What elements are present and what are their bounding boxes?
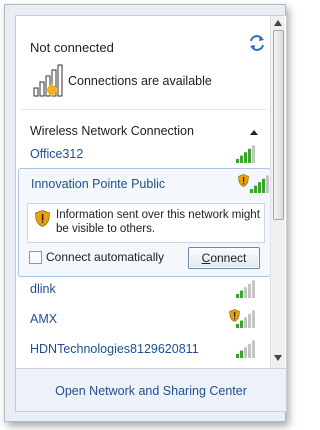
signal-bar xyxy=(254,185,257,193)
refresh-icon[interactable] xyxy=(248,34,266,52)
signal-bar xyxy=(262,178,265,193)
network-item[interactable]: dlink xyxy=(16,275,270,305)
scroll-down-arrow-icon[interactable] xyxy=(274,355,282,361)
section-title[interactable]: Wireless Network Connection xyxy=(30,124,194,138)
header-divider xyxy=(22,109,266,110)
popup-window: Not connected Connections are available … xyxy=(4,4,287,422)
network-item[interactable]: AMX xyxy=(16,305,270,335)
signal-bar xyxy=(244,317,247,328)
auto-connect-checkbox[interactable] xyxy=(29,251,42,264)
network-name: dlink xyxy=(30,282,56,296)
signal-strength-icon xyxy=(236,145,255,163)
collapse-arrow-icon[interactable] xyxy=(249,128,259,136)
status-header: Not connected Connections are available xyxy=(16,16,270,109)
signal-bar xyxy=(252,145,255,163)
network-item[interactable]: HDNTechnologies8129620811 xyxy=(16,335,270,365)
connection-status: Not connected xyxy=(30,40,114,55)
auto-connect-label[interactable]: Connect automatically xyxy=(46,250,164,264)
signal-bar xyxy=(252,280,255,298)
connect-label: onnect xyxy=(210,251,247,265)
network-flyout: Not connected Connections are available … xyxy=(15,15,287,412)
signal-bar xyxy=(240,290,243,298)
signal-strength-icon xyxy=(236,310,255,328)
signal-bar xyxy=(236,354,239,358)
signal-strength-icon xyxy=(236,340,255,358)
signal-bar xyxy=(258,182,261,193)
signal-bar xyxy=(248,343,251,358)
connect-button[interactable]: Connect xyxy=(188,247,260,269)
signal-bar xyxy=(266,175,269,193)
signal-bar xyxy=(244,287,247,298)
signal-strength-icon xyxy=(250,175,269,193)
network-name: HDNTechnologies8129620811 xyxy=(30,342,199,356)
signal-bar xyxy=(250,189,253,193)
security-warning-text: Information sent over this network might… xyxy=(56,209,260,235)
signal-bar xyxy=(244,347,247,358)
connections-available-icon xyxy=(33,64,63,97)
network-name: AMX xyxy=(30,312,58,326)
warning-shield-icon xyxy=(35,210,50,227)
signal-bar xyxy=(240,320,243,328)
signal-strength-icon xyxy=(236,280,255,298)
scrollbar-thumb[interactable] xyxy=(273,30,284,220)
signal-bar xyxy=(240,350,243,358)
network-list-scrollbar[interactable] xyxy=(270,16,285,368)
signal-bar xyxy=(236,159,239,163)
security-warning-box: Information sent over this network might… xyxy=(27,203,265,243)
signal-bar xyxy=(252,310,255,328)
network-name: Office312 xyxy=(30,147,84,161)
network-sharing-center-link[interactable]: Open Network and Sharing Center xyxy=(16,384,286,398)
signal-bar xyxy=(252,340,255,358)
signal-bar xyxy=(240,155,243,163)
scroll-up-arrow-icon[interactable] xyxy=(274,20,282,26)
connections-available-label: Connections are available xyxy=(68,74,212,88)
signal-bar xyxy=(236,294,239,298)
connect-mnemonic: C xyxy=(201,251,211,265)
signal-bar xyxy=(244,152,247,163)
network-item[interactable]: Office312 xyxy=(16,140,270,170)
footer: Open Network and Sharing Center xyxy=(16,368,286,411)
signal-bar xyxy=(248,283,251,298)
network-name: Innovation Pointe Public xyxy=(31,177,166,191)
signal-bar xyxy=(248,313,251,328)
network-item-selected[interactable]: Innovation Pointe Public Information sen… xyxy=(18,168,271,277)
signal-bar xyxy=(236,324,239,328)
signal-bar xyxy=(248,148,251,163)
